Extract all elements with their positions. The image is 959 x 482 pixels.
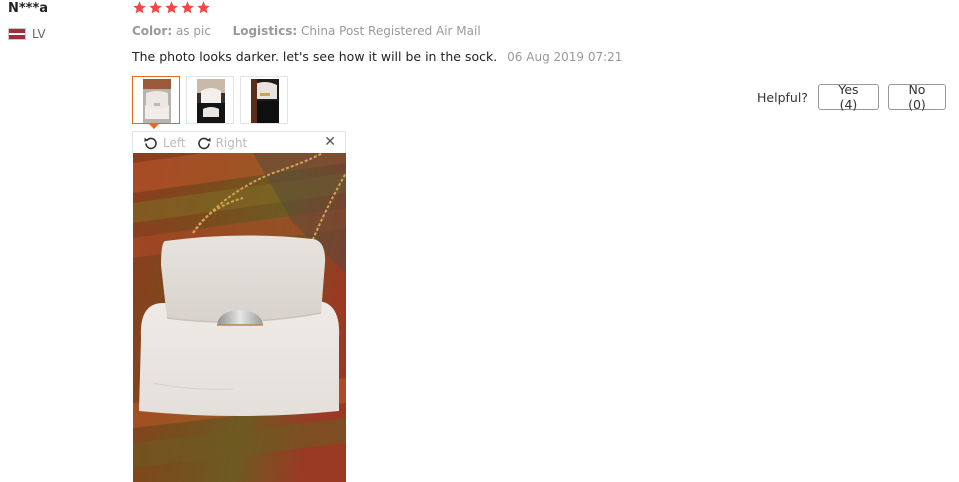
- image-viewer-toolbar: Left Right ✕: [132, 131, 346, 153]
- country-code: LV: [32, 27, 46, 41]
- rotate-right-label: Right: [215, 135, 248, 150]
- rating-stars: [132, 0, 211, 15]
- thumbnail-1[interactable]: [132, 76, 180, 124]
- color-key: Color:: [132, 24, 173, 38]
- close-icon[interactable]: ✕: [324, 134, 336, 150]
- logistics-key: Logistics:: [232, 24, 298, 38]
- reviewer-name: N***a: [8, 1, 49, 16]
- review-photo[interactable]: [133, 153, 346, 482]
- color-value: as pic: [175, 24, 211, 38]
- review-thumbnails: [132, 76, 288, 124]
- thumbnail-3[interactable]: [240, 76, 288, 124]
- star-icon: [164, 0, 179, 15]
- review-date: 06 Aug 2019 07:21: [507, 50, 623, 64]
- logistics-value: China Post Registered Air Mail: [301, 24, 481, 38]
- rotate-right-icon: [196, 135, 212, 151]
- helpful-label: Helpful?: [757, 89, 808, 105]
- latvia-flag-icon: [8, 28, 26, 40]
- helpful-no-button[interactable]: No (0): [887, 82, 946, 112]
- star-icon: [196, 0, 211, 15]
- rotate-left-button[interactable]: Left: [143, 135, 186, 151]
- active-thumbnail-caret: [148, 123, 160, 129]
- helpful-yes-button[interactable]: Yes (4): [817, 82, 879, 112]
- order-meta: Color: as pic Logistics: China Post Regi…: [132, 24, 481, 38]
- thumbnail-2[interactable]: [186, 76, 234, 124]
- review-content: The photo looks darker. let's see how it…: [132, 49, 622, 64]
- reviewer-country: LV: [8, 27, 46, 41]
- star-icon: [180, 0, 195, 15]
- rotate-left-icon: [143, 135, 159, 151]
- star-icon: [132, 0, 147, 15]
- rotate-left-label: Left: [163, 135, 186, 150]
- helpful-vote: Helpful? Yes (4) No (0): [757, 82, 946, 112]
- rotate-right-button[interactable]: Right: [196, 135, 248, 151]
- star-icon: [148, 0, 163, 15]
- review-text: The photo looks darker. let's see how it…: [132, 49, 498, 64]
